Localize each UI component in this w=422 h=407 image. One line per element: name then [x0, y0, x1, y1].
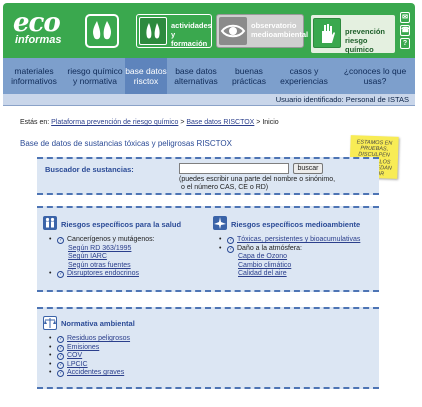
eye-icon	[219, 17, 247, 45]
nav-conoces-lo-que-usas[interactable]: ¿conoces lo que usas?	[335, 58, 415, 94]
link-lpcic[interactable]: LPCIC	[67, 361, 88, 368]
site-header: eco informas actividades y formación obs…	[3, 3, 415, 58]
nav-casos-experiencias[interactable]: casos y experiencias	[273, 58, 335, 94]
search-hint: (puedes escribir una parte del nombre o …	[179, 176, 335, 192]
user-status-bar: Usuario identificado: Personal de ISTAS	[3, 94, 415, 106]
search-button[interactable]: buscar	[293, 163, 323, 174]
tab-prevencion-riesgo-quimico[interactable]: prevención riesgo químico	[310, 14, 396, 54]
nav-base-datos-alternativas[interactable]: base datos alternativas	[167, 58, 225, 94]
specific-risks-panel: Riesgos específicos para la salud ?Cance…	[37, 206, 379, 292]
substance-search-input[interactable]	[179, 163, 289, 174]
carcinogens-label: Cancerígenos y mutágenos:	[67, 236, 155, 243]
link-emisiones[interactable]: Emisiones	[67, 344, 99, 351]
help-icon[interactable]: ?	[57, 344, 64, 352]
ecoinformas-logo[interactable]: eco informas	[13, 8, 62, 46]
nav-riesgo-quimico-normativa[interactable]: riesgo químico y normativa	[65, 58, 125, 94]
breadcrumb: Estás en: Plataforma prevención de riesg…	[20, 119, 279, 126]
link-calidad-aire[interactable]: Calidad del aire	[227, 270, 377, 279]
help-icon[interactable]: ?	[57, 336, 64, 343]
list-item: ?Residuos peligrosos	[49, 335, 249, 344]
health-risks-title: Riesgos específicos para la salud	[61, 220, 182, 229]
list-item: ?Emisiones	[49, 344, 249, 353]
help-icon[interactable]: ?	[57, 237, 64, 244]
nav-base-datos-risctox[interactable]: base datos risctox	[125, 58, 167, 94]
list-item: ?Tóxicas, persistentes y bioacumulativas	[219, 236, 377, 245]
scales-icon	[43, 316, 57, 330]
hand-icon	[313, 18, 341, 48]
help-icon[interactable]: ?	[57, 370, 64, 377]
search-hint-line: o el número CAS, CE o RD)	[181, 184, 269, 191]
nav-materiales-informativos[interactable]: materiales informativos	[3, 58, 65, 94]
page-title: Base de datos de sustancias tóxicas y pe…	[20, 139, 232, 148]
help-icon[interactable]: ?	[227, 237, 234, 244]
help-icon[interactable]: ?	[57, 353, 64, 360]
user-identified-text: Usuario identificado: Personal de ISTAS	[275, 95, 409, 104]
drops-icon	[139, 17, 167, 45]
drops-logo-icon	[85, 14, 119, 48]
environmental-regulation-panel: Normativa ambiental ?Residuos peligrosos…	[37, 307, 379, 389]
link-cov[interactable]: COV	[67, 352, 82, 359]
tab-label: observatorio medioambiental	[251, 21, 309, 39]
atmosphere-label: Daño a la atmósfera:	[237, 244, 302, 252]
list-item: ?Disruptores endocrinos	[49, 270, 209, 279]
people-icon	[43, 216, 57, 230]
phone-icon[interactable]: ☎	[400, 25, 410, 36]
list-item: ?Cancerígenos y mutágenos: Según RD 363/…	[49, 236, 209, 270]
help-icon[interactable]: ?	[57, 271, 64, 278]
header-side-icons: ✉ ☎ ?	[400, 12, 410, 51]
health-risks-list: ?Cancerígenos y mutágenos: Según RD 363/…	[49, 236, 209, 279]
help-icon[interactable]: ?	[400, 38, 410, 49]
list-item: ?COV	[49, 352, 249, 361]
link-disruptores-endocrinos[interactable]: Disruptores endocrinos	[67, 270, 139, 277]
normativa-title: Normativa ambiental	[61, 319, 135, 328]
search-hint-line: (puedes escribir una parte del nombre o …	[179, 176, 336, 183]
tab-observatorio-medioambiental[interactable]: observatorio medioambiental	[216, 14, 308, 48]
link-toxicas-persistentes[interactable]: Tóxicas, persistentes y bioacumulativas	[237, 236, 360, 243]
breadcrumb-prefix: Estás en:	[20, 119, 50, 126]
search-label: Buscador de sustancias:	[45, 165, 134, 174]
logo-text-eco: eco	[13, 8, 61, 38]
link-accidentes-graves[interactable]: Accidentes graves	[67, 369, 124, 376]
normativa-list: ?Residuos peligrosos ?Emisiones ?COV ?LP…	[49, 335, 249, 378]
substance-search-panel: Buscador de sustancias: buscar (puedes e…	[37, 157, 379, 195]
help-icon[interactable]: ?	[227, 245, 234, 253]
environment-risks-list: ?Tóxicas, persistentes y bioacumulativas…	[219, 236, 377, 279]
link-residuos-peligrosos[interactable]: Residuos peligrosos	[67, 335, 130, 342]
main-nav: materiales informativos riesgo químico y…	[3, 58, 415, 94]
link-cambio-climatico[interactable]: Cambio climático	[227, 262, 377, 271]
link-rd-363-1995[interactable]: Según RD 363/1995	[57, 245, 209, 254]
breadcrumb-separator: >	[180, 119, 185, 126]
tab-label: prevención riesgo químico	[345, 27, 386, 54]
nav-buenas-practicas[interactable]: buenas prácticas	[225, 58, 273, 94]
logo-text-informas: informas	[15, 34, 62, 46]
breadcrumb-link-risctox[interactable]: Base datos RISCTOX	[186, 119, 254, 126]
link-otras-fuentes[interactable]: Según otras fuentes	[57, 262, 209, 271]
plane-icon	[213, 216, 227, 230]
tab-actividades-formacion[interactable]: actividades y formación	[136, 14, 212, 48]
help-icon[interactable]: ?	[57, 361, 64, 369]
mail-icon[interactable]: ✉	[400, 12, 410, 23]
link-capa-ozono[interactable]: Capa de Ozono	[227, 253, 377, 262]
breadcrumb-link-plataforma[interactable]: Plataforma prevención de riesgo químico	[51, 119, 178, 126]
environment-risks-title: Riesgos específicos medioambiente	[231, 220, 361, 229]
tab-label: actividades y formación	[171, 21, 212, 48]
list-item: ?LPCIC	[49, 361, 249, 370]
list-item: ?Daño a la atmósfera: Capa de Ozono Camb…	[219, 245, 377, 279]
breadcrumb-current: > Inicio	[256, 119, 279, 126]
link-iarc[interactable]: Según IARC	[57, 253, 209, 262]
list-item: ?Accidentes graves	[49, 369, 249, 378]
